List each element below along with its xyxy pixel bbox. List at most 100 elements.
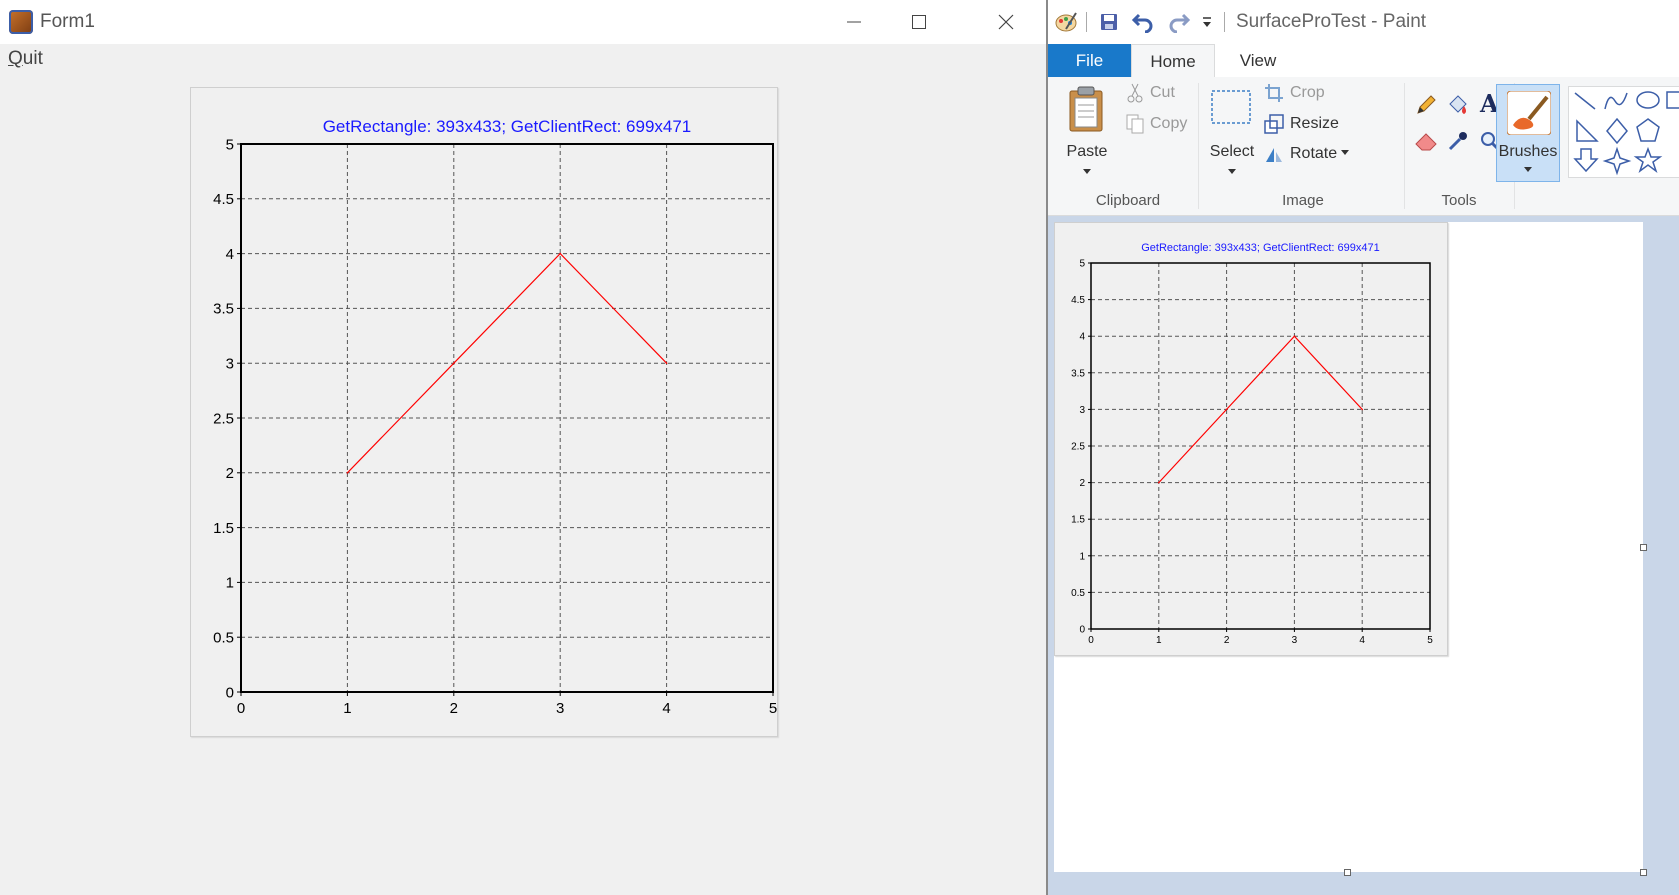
x-tick-label: 4	[662, 700, 670, 717]
data-point	[665, 362, 668, 365]
x-tick-label: 2	[450, 700, 458, 717]
rotate-dropdown-caret[interactable]	[1341, 149, 1350, 155]
customize-qa-icon[interactable]	[1198, 10, 1216, 34]
y-tick-label: 2.5	[213, 410, 234, 427]
select-button[interactable]: Select	[1206, 143, 1258, 161]
canvas-resize-handle-right[interactable]	[1640, 544, 1647, 551]
select-dropdown-caret[interactable]	[1228, 169, 1236, 174]
y-tick-label: 2	[1079, 478, 1085, 489]
maximize-button[interactable]	[887, 0, 951, 44]
crop-label: Crop	[1290, 84, 1325, 101]
paste-icon[interactable]	[1064, 83, 1108, 135]
tab-home[interactable]: Home	[1131, 44, 1215, 79]
crop-button[interactable]: Crop	[1264, 83, 1325, 103]
oval-shape-icon[interactable]	[1636, 91, 1660, 109]
clipboard-group-label: Clipboard	[1095, 192, 1161, 209]
data-point	[1293, 335, 1296, 337]
y-tick-label: 3	[1079, 405, 1085, 416]
y-tick-label: 4.5	[213, 191, 234, 208]
paint-canvas[interactable]: GetRectangle: 393x433; GetClientRect: 69…	[1054, 222, 1643, 872]
curve-shape-icon[interactable]	[1604, 92, 1628, 110]
form1-app-icon	[9, 10, 33, 34]
tab-file[interactable]: File	[1048, 44, 1131, 77]
y-tick-label: 3.5	[1071, 368, 1085, 379]
x-tick-label: 2	[1224, 635, 1230, 646]
shapes-gallery	[1568, 86, 1679, 178]
select-icon[interactable]	[1210, 87, 1252, 127]
resize-button[interactable]: Resize	[1264, 114, 1339, 134]
cut-icon	[1127, 83, 1143, 103]
y-tick-label: 0	[1079, 625, 1085, 636]
cut-button[interactable]: Cut	[1126, 83, 1175, 103]
pasted-line-chart: GetRectangle: 393x433; GetClientRect: 69…	[1071, 242, 1433, 646]
paint-app-icon	[1053, 10, 1079, 34]
paint-titlebar: SurfaceProTest - Paint	[1048, 0, 1679, 44]
rectangle-shape-icon[interactable]	[1666, 91, 1679, 109]
x-tick-label: 0	[1088, 635, 1094, 646]
title-separator	[1224, 12, 1225, 32]
pencil-icon[interactable]	[1412, 91, 1440, 119]
rotate-label: Rotate	[1290, 145, 1338, 162]
x-tick-label: 1	[1156, 635, 1162, 646]
form1-title: Form1	[40, 11, 95, 32]
rotate-icon	[1266, 148, 1282, 162]
canvas-resize-handle-corner[interactable]	[1640, 869, 1647, 876]
x-tick-label: 4	[1359, 635, 1365, 646]
line-shape-icon[interactable]	[1574, 92, 1596, 110]
close-button[interactable]	[974, 0, 1038, 44]
canvas-resize-handle-bottom[interactable]	[1344, 869, 1351, 876]
tab-view[interactable]: View	[1218, 44, 1298, 77]
save-icon[interactable]	[1096, 10, 1122, 34]
data-point	[1225, 408, 1228, 411]
x-tick-label: 1	[343, 700, 351, 717]
triangle-shape-icon[interactable]	[1576, 119, 1599, 142]
qa-separator	[1086, 12, 1087, 32]
data-point	[346, 472, 349, 474]
star4-shape-icon[interactable]	[1602, 146, 1632, 176]
y-tick-label: 4	[226, 246, 234, 263]
pentagon-shape-icon[interactable]	[1636, 118, 1660, 142]
fill-icon[interactable]	[1444, 91, 1472, 119]
minimize-icon	[847, 21, 861, 23]
line-chart: GetRectangle: 393x433; GetClientRect: 69…	[213, 117, 777, 717]
star5-shape-icon[interactable]	[1633, 146, 1663, 174]
copy-button[interactable]: Copy	[1126, 114, 1187, 134]
redo-icon[interactable]	[1164, 10, 1194, 34]
paint-title: SurfaceProTest - Paint	[1236, 11, 1427, 32]
image-group-label: Image	[1282, 192, 1324, 209]
rotate-button[interactable]: Rotate	[1264, 144, 1351, 164]
brushes-button[interactable]: Brushes	[1496, 84, 1560, 182]
group-separator	[1198, 83, 1199, 209]
menu-quit[interactable]: Quit	[8, 48, 43, 70]
y-tick-label: 0.5	[213, 629, 234, 646]
paste-button[interactable]: Paste	[1062, 143, 1112, 161]
form1-titlebar: Form1	[0, 0, 1047, 44]
y-tick-label: 1.5	[1071, 515, 1085, 526]
undo-icon[interactable]	[1128, 10, 1158, 34]
form1-window: Form1 Quit GetRectangle: 393x433; GetCli…	[0, 0, 1047, 895]
data-point	[1158, 481, 1160, 484]
minimize-button[interactable]	[822, 0, 886, 44]
y-tick-label: 0	[226, 684, 234, 701]
y-tick-label: 0.5	[1071, 588, 1085, 599]
ribbon-tabs: File Home View	[1048, 44, 1679, 79]
crop-icon	[1265, 84, 1283, 102]
diamond-shape-icon[interactable]	[1606, 117, 1628, 145]
resize-icon	[1264, 114, 1284, 134]
brushes-dropdown-caret[interactable]	[1524, 167, 1532, 172]
data-point	[1361, 408, 1363, 411]
form1-menubar: Quit	[0, 44, 1047, 72]
resize-label: Resize	[1290, 115, 1339, 132]
arrow-down-shape-icon[interactable]	[1573, 148, 1599, 173]
eraser-icon[interactable]	[1412, 127, 1440, 155]
data-point	[453, 362, 455, 365]
x-tick-label: 3	[556, 700, 564, 717]
close-icon	[998, 14, 1014, 30]
color-picker-icon[interactable]	[1444, 127, 1472, 155]
y-tick-label: 3	[226, 355, 234, 372]
paint-window: SurfaceProTest - Paint File Home View Pa…	[1048, 0, 1679, 895]
x-tick-label: 0	[237, 700, 245, 717]
y-tick-label: 4.5	[1071, 295, 1085, 306]
paste-dropdown-caret[interactable]	[1083, 169, 1091, 174]
x-tick-label: 5	[769, 700, 777, 717]
